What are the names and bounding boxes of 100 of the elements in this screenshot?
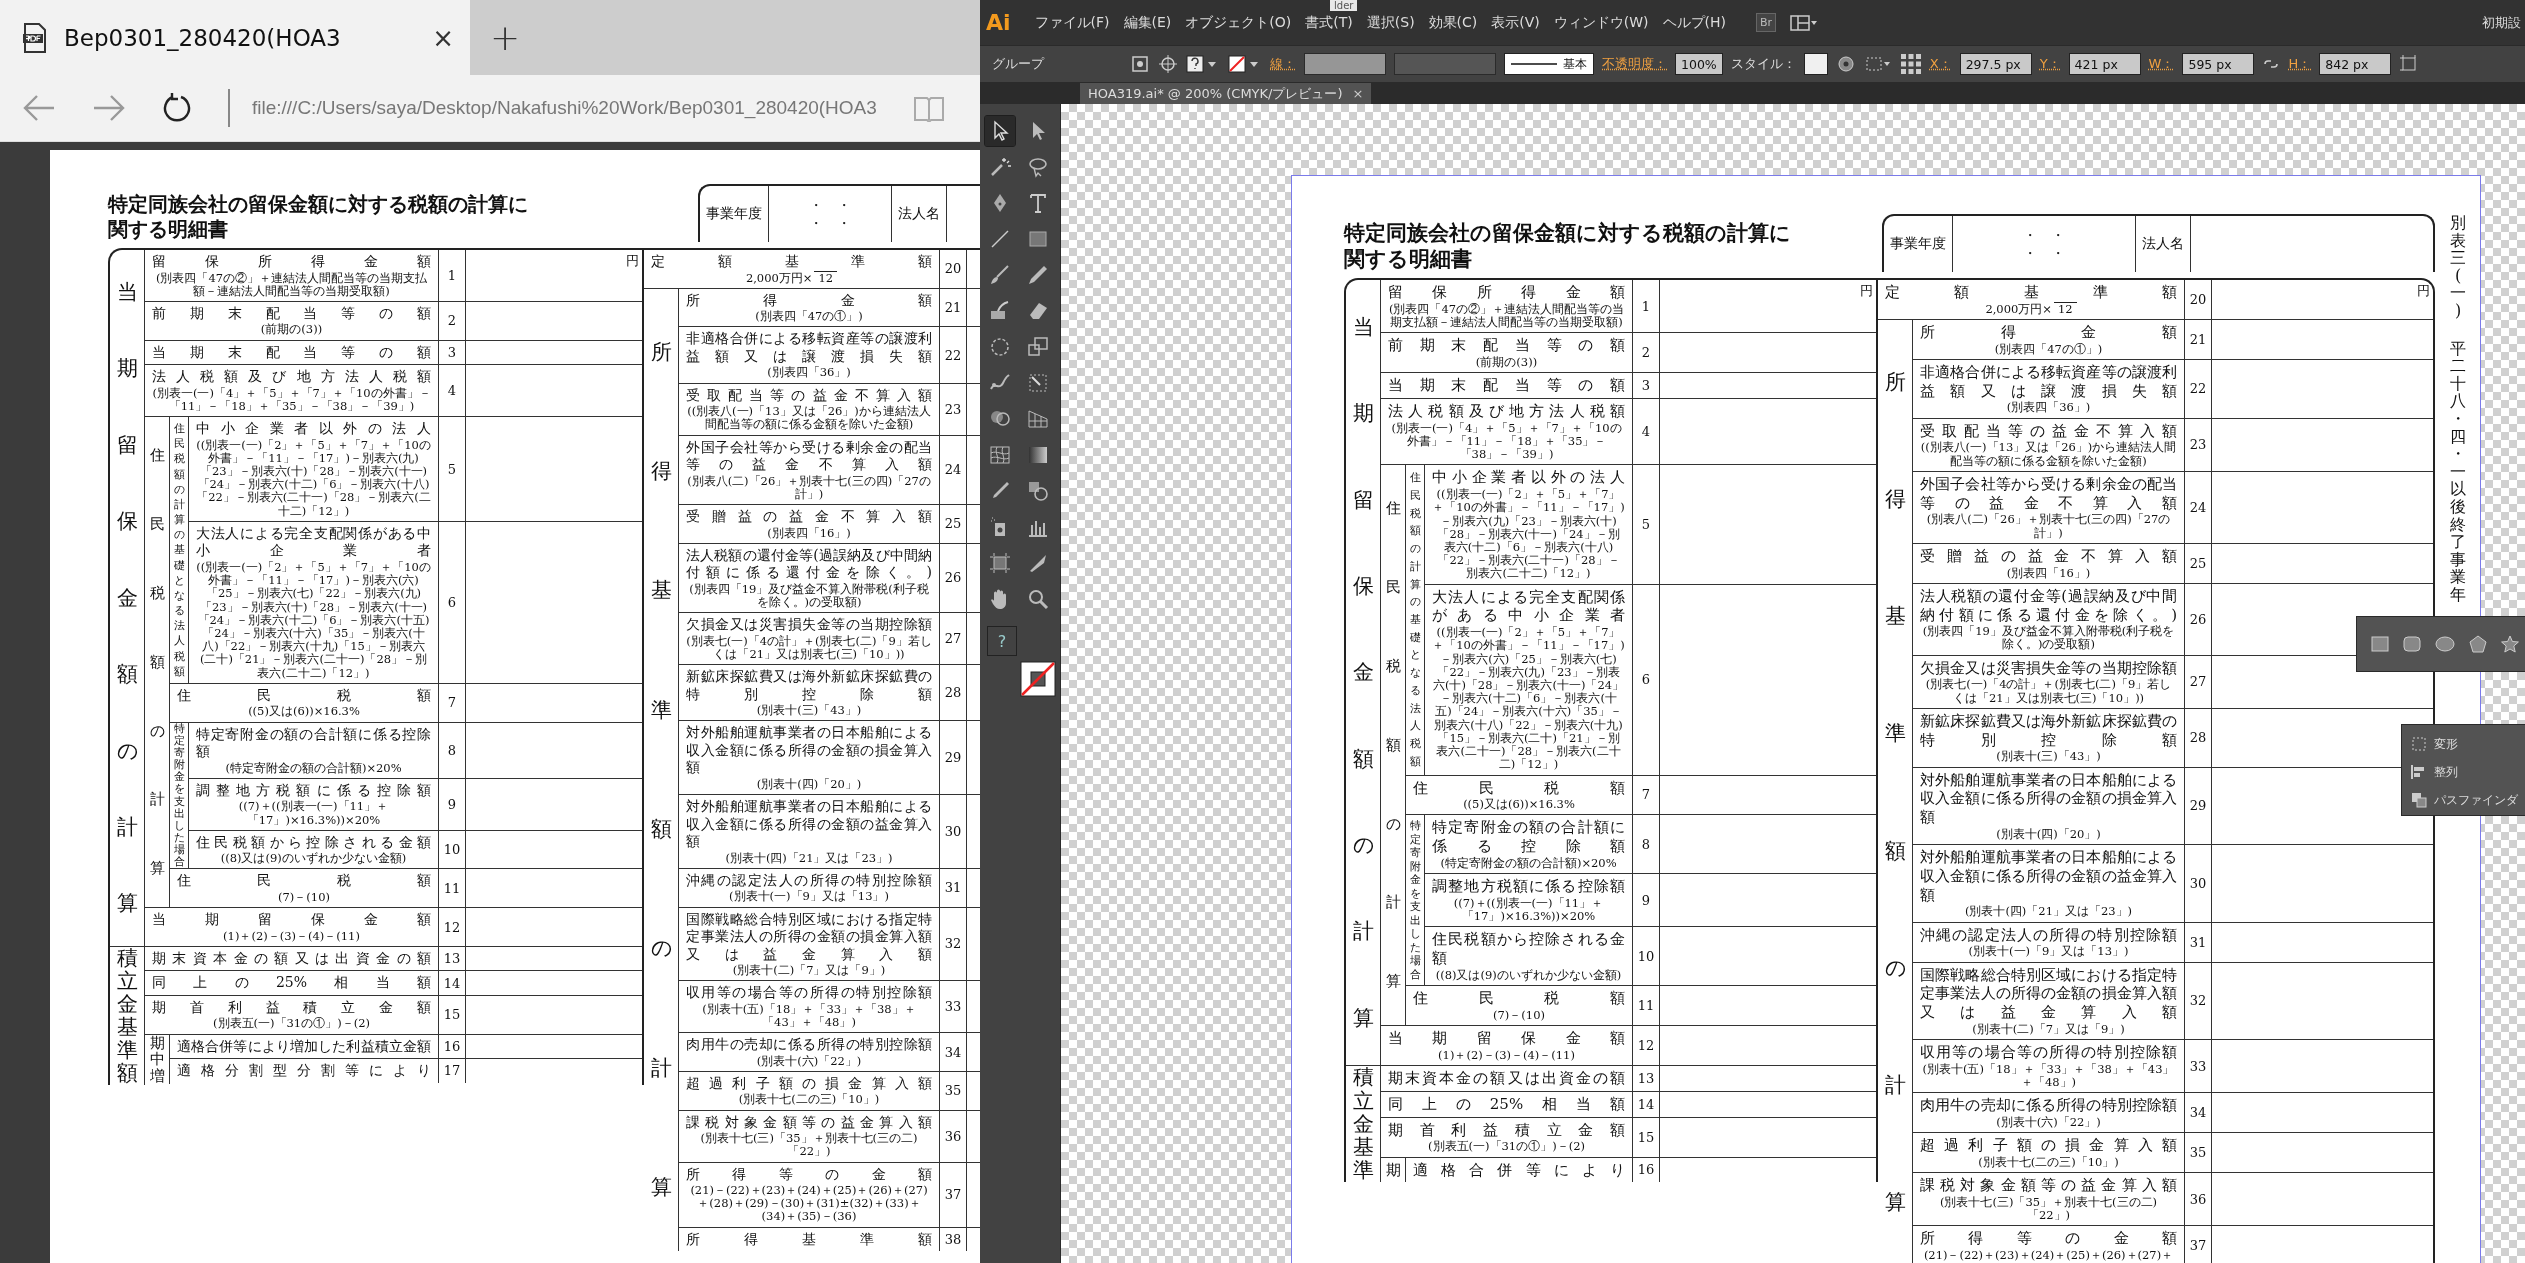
panel-item[interactable]: パスファインダ — [2434, 791, 2518, 809]
line-item-label: 受贈益の益金不算入額 — [1920, 546, 2177, 566]
width-label[interactable]: W： — [2148, 55, 2175, 73]
formula-text: (別表十(五)「18」＋「33」＋「38」＋「43」＋「48」) — [701, 1002, 917, 1030]
menu-item[interactable]: ファイル(F) — [1034, 13, 1110, 32]
line-item-label: 中小企業者以外の法人 — [196, 420, 431, 438]
line-number: 13 — [1633, 1066, 1660, 1091]
form-title-line: 特定同族会社の留保金額に対する税額の計算に — [108, 192, 529, 217]
width-field[interactable]: 595 px — [2182, 53, 2255, 75]
formula-text: (別表五(一)「31の①」)－(2) — [1427, 1140, 1586, 1154]
forward-arrow-icon[interactable] — [92, 93, 126, 123]
formula-text: (別表十(三)「43」) — [1995, 750, 2102, 764]
line-number: 26 — [2185, 583, 2212, 655]
bridge-button[interactable]: Br — [1756, 13, 1777, 32]
line-number: 10 — [439, 830, 466, 869]
rounded-rectangle-icon[interactable] — [2403, 636, 2421, 652]
panel-item[interactable]: 変形 — [2434, 735, 2458, 753]
formula-text: (別表四「16」) — [766, 526, 852, 540]
stroke-label[interactable]: 線： — [1270, 55, 1296, 73]
back-arrow-icon[interactable] — [22, 93, 56, 123]
line-number: 29 — [940, 721, 967, 795]
new-tab-button[interactable]: + — [484, 0, 527, 75]
line-number: 27 — [2185, 655, 2212, 708]
panel-item[interactable]: 整列 — [2434, 763, 2458, 781]
formula-text: ((8)又は(9)のいずれか少ない金額) — [1434, 968, 1623, 983]
formula-text: (特定寄附金の額の合計額)×20% — [1439, 856, 1618, 871]
line-number: 17 — [439, 1059, 466, 1083]
line-item-label: 受贈益の益金不算入額 — [686, 508, 932, 526]
form-title-line: 関する明細書 — [1344, 245, 1473, 272]
opacity-field[interactable]: 100% — [1675, 53, 1723, 75]
line-item-label: 留保所得金額 — [152, 253, 431, 271]
close-document-button[interactable]: × — [1352, 86, 1364, 101]
brush-profile-dropdown[interactable]: 基本 — [1504, 53, 1594, 75]
line-number: 3 — [439, 340, 466, 365]
line-item-label: 超過利子額の損金算入額 — [686, 1074, 932, 1093]
menu-item[interactable]: 表示(V) — [1491, 13, 1540, 32]
close-tab-button[interactable]: × — [432, 22, 454, 53]
pathfinder-icon[interactable] — [2410, 791, 2428, 809]
section-label: 当期留保金額の計算 — [1352, 313, 1374, 1032]
menu-item[interactable]: 編集(E) — [1123, 13, 1172, 32]
height-field[interactable]: 842 px — [2319, 53, 2392, 75]
line-number: 12 — [439, 908, 466, 946]
x-label[interactable]: X： — [1929, 55, 1952, 73]
line-number: 28 — [940, 665, 967, 721]
line-number: 8 — [1633, 815, 1660, 874]
formula-text: (別表十七(三)「35」＋別表十七(三の二)「22」) — [699, 1132, 919, 1159]
formula-text: (別表四「16」) — [2005, 566, 2092, 580]
line-number: 6 — [439, 521, 466, 683]
height-label[interactable]: H： — [2288, 55, 2312, 73]
menu-item[interactable]: ウィンドウ(W) — [1553, 13, 1649, 32]
line-item-label: 当期末配当等の額 — [152, 343, 431, 362]
stroke-weight-field[interactable] — [1304, 53, 1386, 75]
crosshair-icon[interactable] — [1158, 54, 1178, 74]
workspace-switcher[interactable]: 初期設 — [2482, 13, 2525, 32]
formula-text: (別表十(六)「22」) — [755, 1054, 863, 1068]
section-label: 所得基準額の計算 — [1884, 369, 1906, 1217]
ellipse-icon[interactable] — [2435, 636, 2455, 652]
y-field[interactable]: 421 px — [2068, 53, 2141, 75]
line-item-label: 期首利益積立金額 — [1388, 1120, 1625, 1140]
line-number: 5 — [439, 417, 466, 521]
style-swatch[interactable] — [1803, 53, 1828, 75]
document-tab[interactable]: HOA319.ai* @ 200% (CMYK/プレビュー) × — [1080, 83, 1372, 104]
period-label: 事業年度 — [700, 186, 769, 242]
isolate-group-icon[interactable] — [1130, 54, 1150, 74]
line-item-label: 中小企業者以外の法人 — [1432, 468, 1625, 488]
star-icon[interactable] — [2501, 635, 2519, 653]
section-label: 特定寄附金を支出した場合 — [173, 722, 185, 869]
x-field[interactable]: 297.5 px — [1959, 53, 2032, 75]
line-number: 34 — [2185, 1093, 2212, 1133]
formula-text: ((別表一(一)「2」＋「5」＋「7」＋「10の外書」－「11」－「17」)－別表六(九)「23」－別表六(十)「28」－別表六(十一)「24」－別表六(十二)「6」－別表六(十八)「22」－別表六(二十一)「28」－別表六(二十二)「12」) — [196, 438, 431, 518]
polygon-icon[interactable] — [2469, 635, 2487, 653]
line-number: 4 — [1633, 398, 1660, 465]
align-selection-icon[interactable] — [1863, 54, 1892, 74]
layout-grid-icon[interactable] — [1790, 14, 1819, 31]
menu-item[interactable]: ヘルプ(H) — [1662, 13, 1727, 32]
refresh-icon[interactable] — [162, 93, 192, 123]
line-number: 30 — [2185, 845, 2212, 922]
section-label: 住民税額の計算 — [1385, 498, 1401, 993]
line-number: 7 — [1633, 775, 1660, 815]
line-number: 37 — [940, 1162, 967, 1227]
line-item-label: 適格合併等により増加した利益積立金額 — [177, 1037, 431, 1056]
line-number: 23 — [940, 383, 967, 435]
y-label[interactable]: Y： — [2039, 55, 2061, 73]
line-item-label: 同上の25%相当額 — [152, 974, 431, 992]
browser-tab[interactable]: Bep0301_280420(HOA3 × — [0, 0, 470, 75]
opacity-label[interactable]: 不透明度： — [1602, 55, 1667, 73]
line-number: 33 — [2185, 1039, 2212, 1093]
menu-item[interactable]: 書式(T) — [1305, 13, 1353, 32]
recolor-icon[interactable] — [1835, 54, 1856, 74]
reference-point-icon[interactable] — [1899, 53, 1922, 75]
menu-item[interactable]: 効果(C) — [1428, 13, 1478, 32]
line-number: 26 — [940, 543, 967, 613]
line-number: 5 — [1633, 465, 1660, 584]
menu-item[interactable]: 選択(S) — [1366, 13, 1415, 32]
stroke-none-swatch-icon[interactable] — [1017, 658, 1059, 700]
menu-item[interactable]: オブジェクト(O) — [1185, 13, 1292, 32]
line-number: 29 — [2185, 767, 2212, 845]
line-number: 30 — [940, 795, 967, 868]
line-number: 31 — [940, 868, 967, 907]
line-item-label: 当期末配当等の額 — [1388, 376, 1625, 395]
